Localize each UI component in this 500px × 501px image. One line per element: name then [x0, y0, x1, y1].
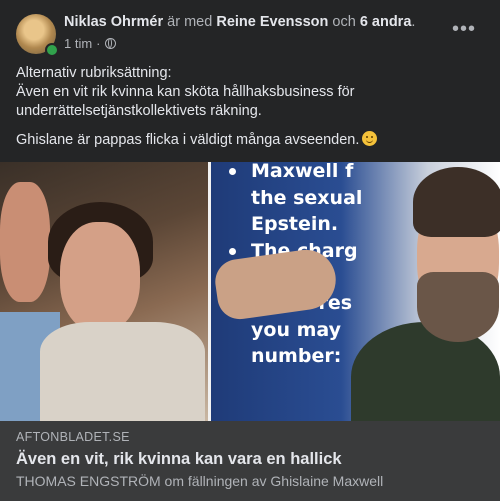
portrait-hair	[413, 167, 500, 237]
link-domain: AFTONBLADET.SE	[16, 430, 130, 444]
period: .	[411, 14, 416, 30]
slide-line: the sexual	[251, 186, 363, 209]
author-name[interactable]: Niklas Ohrmér	[64, 14, 163, 30]
link-headline[interactable]: Även en vit, rik kvinna kan vara en hall…	[16, 450, 342, 469]
and-text: och	[332, 14, 356, 30]
woman-face	[60, 222, 140, 332]
slide-line: number:	[251, 345, 342, 367]
link-description: THOMAS ENGSTRÖM om fällningen av Ghislai…	[16, 473, 384, 489]
post-line-2: Även en vit rik kvinna kan sköta hållhak…	[16, 84, 355, 119]
meta-separator: ·	[96, 36, 101, 51]
post-paragraph-1: Alternativ rubriksättning: Även en vit r…	[16, 64, 476, 121]
post-paragraph-2: Ghislane är pappas flicka i väldigt mång…	[16, 131, 476, 150]
globe-icon[interactable]	[104, 38, 116, 49]
author-line: Niklas Ohrmér är med Reine Evensson och …	[64, 14, 415, 30]
tagged-person[interactable]: Reine Evensson	[216, 14, 328, 30]
woman-top	[40, 322, 205, 421]
with-text: är med	[167, 14, 213, 30]
man-face-left	[0, 182, 50, 302]
post-header: Niklas Ohrmér är med Reine Evensson och …	[16, 14, 484, 57]
portrait-beard	[417, 272, 499, 342]
timestamp[interactable]: 1 tim	[64, 36, 92, 51]
author-portrait	[351, 162, 500, 421]
post-card: Niklas Ohrmér är med Reine Evensson och …	[0, 0, 500, 501]
post-line-1: Alternativ rubriksättning:	[16, 65, 172, 81]
slide-line: you may	[251, 318, 341, 341]
post-line-3: Ghislane är pappas flicka i väldigt mång…	[16, 132, 360, 148]
post-meta: 1 tim ·	[64, 36, 116, 51]
post-text: Alternativ rubriksättning: Även en vit r…	[16, 64, 476, 160]
presentation-slide: Maxwell f the sexual Epstein. The charg …	[211, 162, 500, 421]
winking-face-emoji-icon	[362, 131, 378, 146]
slide-line: Epstein.	[251, 213, 339, 235]
slide-line: Maxwell f	[228, 162, 362, 185]
couple-photo	[0, 162, 208, 421]
online-status-indicator	[45, 43, 59, 57]
others-link[interactable]: 6 andra	[360, 14, 412, 30]
link-preview[interactable]: AFTONBLADET.SE Även en vit, rik kvinna k…	[0, 421, 500, 501]
more-options-icon[interactable]: •••	[452, 18, 476, 42]
link-preview-image[interactable]: Maxwell f the sexual Epstein. The charg …	[0, 162, 500, 421]
